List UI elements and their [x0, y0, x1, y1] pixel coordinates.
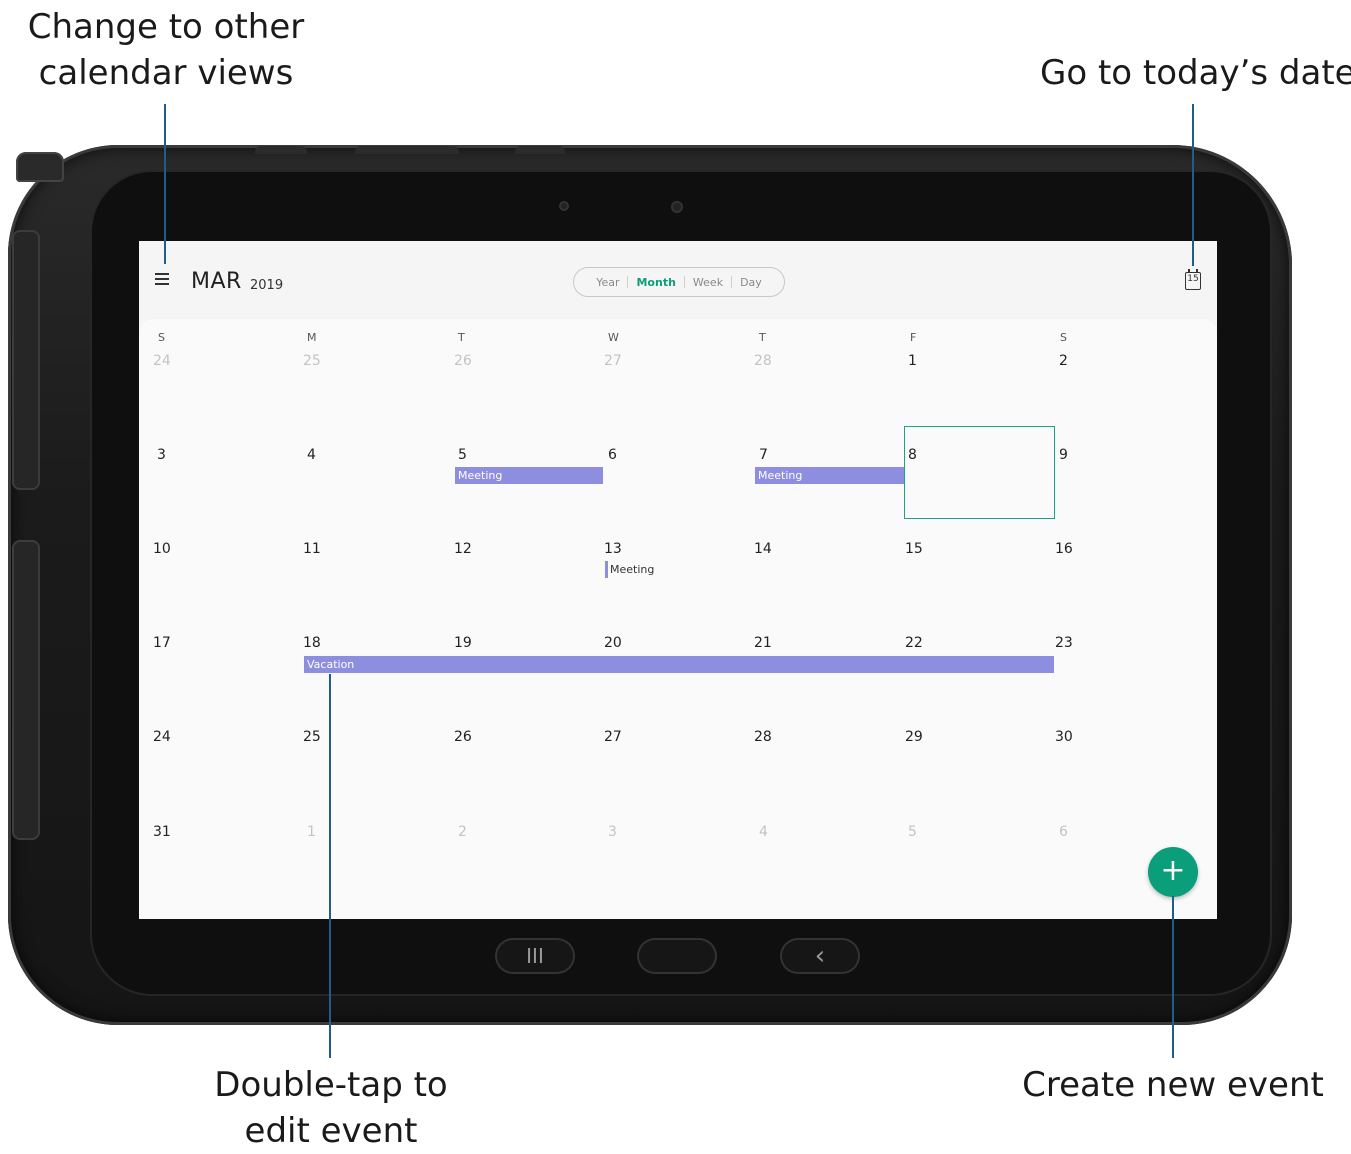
day-cell[interactable]: 25 — [303, 353, 321, 369]
day-cell[interactable]: 13 — [604, 541, 622, 557]
front-camera-icon — [671, 201, 683, 213]
today-calendar-icon[interactable]: 15 — [1185, 269, 1201, 290]
callout-today: Go to today’s date — [1040, 53, 1351, 93]
calendar-screen: MAR 2019 Year Month Week Day 15 S M T W … — [139, 241, 1217, 919]
day-cell[interactable]: 7 — [759, 447, 768, 463]
back-button[interactable]: ‹ — [782, 940, 858, 972]
day-cell[interactable]: 21 — [754, 635, 772, 651]
top-button-3 — [515, 146, 565, 154]
day-cell[interactable]: 5 — [458, 447, 467, 463]
day-cell[interactable]: 6 — [1059, 824, 1068, 840]
day-cell[interactable]: 8 — [908, 447, 917, 463]
day-cell[interactable]: 2 — [458, 824, 467, 840]
tab-day[interactable]: Day — [732, 276, 770, 289]
selected-day-highlight — [904, 426, 1055, 519]
day-cell[interactable]: 15 — [905, 541, 923, 557]
day-cell[interactable]: 18 — [303, 635, 321, 651]
day-cell[interactable]: 3 — [157, 447, 166, 463]
tab-year[interactable]: Year — [588, 276, 627, 289]
day-cell[interactable]: 1 — [908, 353, 917, 369]
day-cell[interactable]: 27 — [604, 729, 622, 745]
day-cell[interactable]: 11 — [303, 541, 321, 557]
weekday-header: S — [158, 331, 165, 344]
side-grip-upper — [12, 230, 40, 490]
weekday-header: T — [759, 331, 766, 344]
s-pen — [16, 152, 64, 182]
day-cell[interactable]: 14 — [754, 541, 772, 557]
day-cell[interactable]: 31 — [153, 824, 171, 840]
day-cell[interactable]: 2 — [1059, 353, 1068, 369]
tab-month[interactable]: Month — [628, 276, 683, 289]
add-event-button[interactable]: + — [1148, 847, 1198, 897]
side-grip-lower — [12, 540, 40, 840]
day-cell[interactable]: 26 — [454, 353, 472, 369]
view-switcher: Year Month Week Day — [573, 267, 785, 297]
day-cell[interactable]: 6 — [608, 447, 617, 463]
day-cell[interactable]: 4 — [307, 447, 316, 463]
hamburger-menu-icon[interactable] — [155, 271, 173, 287]
day-cell[interactable]: 1 — [307, 824, 316, 840]
event-bar[interactable]: Vacation — [304, 656, 1054, 673]
day-cell[interactable]: 22 — [905, 635, 923, 651]
event-label[interactable]: Meeting — [610, 563, 654, 576]
day-cell[interactable]: 30 — [1055, 729, 1073, 745]
day-cell[interactable]: 5 — [908, 824, 917, 840]
day-cell[interactable]: 25 — [303, 729, 321, 745]
day-cell[interactable]: 27 — [604, 353, 622, 369]
event-bar[interactable]: Meeting — [755, 467, 904, 484]
callout-line-views — [164, 104, 166, 264]
day-cell[interactable]: 20 — [604, 635, 622, 651]
callout-line-create — [1172, 896, 1174, 1058]
callout-create: Create new event — [1022, 1065, 1324, 1105]
day-cell[interactable]: 16 — [1055, 541, 1073, 557]
month-title: MAR — [191, 269, 242, 294]
day-cell[interactable]: 9 — [1059, 447, 1068, 463]
home-button[interactable] — [639, 940, 715, 972]
weekday-header: S — [1060, 331, 1067, 344]
day-cell[interactable]: 24 — [153, 353, 171, 369]
day-cell[interactable]: 12 — [454, 541, 472, 557]
year-title: 2019 — [250, 278, 284, 293]
callout-line-edit — [329, 674, 331, 1058]
callout-edit-line1: Double-tap to — [214, 1065, 448, 1105]
weekday-header: T — [458, 331, 465, 344]
tab-week[interactable]: Week — [685, 276, 731, 289]
day-cell[interactable]: 17 — [153, 635, 171, 651]
month-grid: S M T W T F S 24 25 26 27 28 1 2 3 4 5 6… — [139, 319, 1217, 919]
top-button-1 — [255, 146, 307, 154]
recents-button[interactable]: III — [497, 940, 573, 972]
day-cell[interactable]: 10 — [153, 541, 171, 557]
day-cell[interactable]: 26 — [454, 729, 472, 745]
top-button-2 — [355, 146, 459, 154]
day-cell[interactable]: 3 — [608, 824, 617, 840]
callout-line-today — [1192, 104, 1194, 266]
day-cell[interactable]: 29 — [905, 729, 923, 745]
day-cell[interactable]: 23 — [1055, 635, 1073, 651]
weekday-header: F — [910, 331, 917, 344]
event-marker — [605, 561, 608, 578]
callout-edit-line2: edit event — [244, 1111, 418, 1151]
weekday-header: M — [307, 331, 317, 344]
weekday-header: W — [608, 331, 619, 344]
callout-views-line1: Change to other — [27, 7, 305, 47]
day-cell[interactable]: 28 — [754, 729, 772, 745]
event-bar[interactable]: Meeting — [455, 467, 603, 484]
day-cell[interactable]: 4 — [759, 824, 768, 840]
callout-views-line2: calendar views — [38, 53, 294, 93]
day-cell[interactable]: 24 — [153, 729, 171, 745]
day-cell[interactable]: 19 — [454, 635, 472, 651]
sensor-icon — [559, 201, 569, 211]
calendar-header: MAR 2019 Year Month Week Day 15 — [139, 241, 1217, 321]
day-cell[interactable]: 28 — [754, 353, 772, 369]
